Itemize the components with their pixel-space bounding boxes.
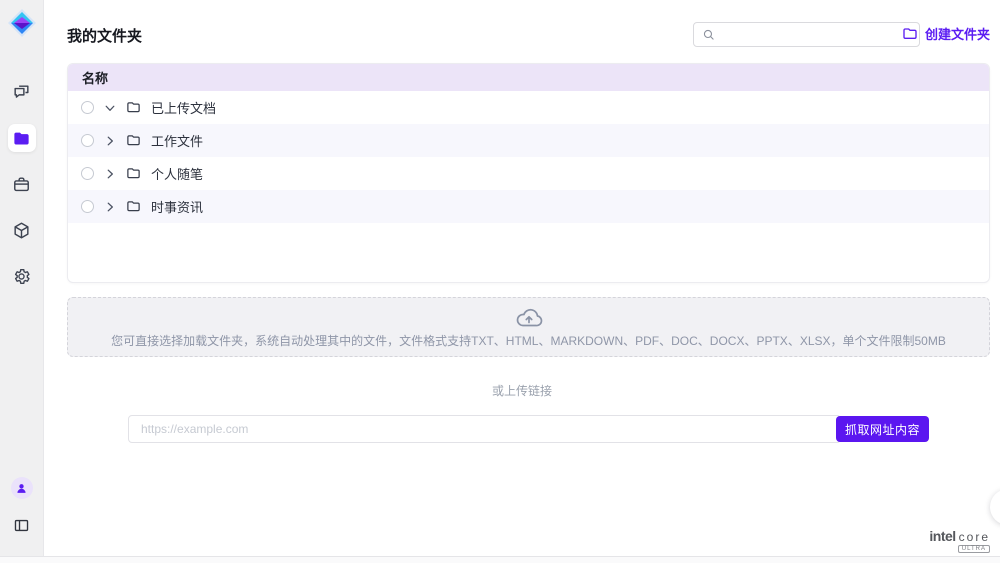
intel-core-logo: intel core ultra (918, 528, 990, 553)
row-chevron-icon[interactable] (103, 101, 117, 115)
url-input[interactable] (128, 415, 841, 443)
sidebar-collapse-button[interactable] (8, 511, 36, 539)
row-chevron-icon[interactable] (103, 200, 117, 214)
cloud-upload-icon (515, 306, 543, 328)
cube-icon (12, 221, 31, 240)
download-fab-button[interactable] (990, 489, 1000, 525)
briefcase-icon (12, 175, 31, 194)
row-folder-icon (126, 166, 141, 181)
folder-name: 时事资讯 (151, 197, 203, 216)
or-upload-link-label: 或上传链接 (44, 382, 1000, 399)
app-logo-gem-icon (7, 8, 37, 38)
window-bottom-edge (0, 556, 1000, 563)
search-input[interactable] (721, 28, 911, 42)
row-checkbox[interactable] (81, 200, 94, 213)
topbar: 我的文件夹 创建文件夹 (67, 20, 990, 50)
table-row[interactable]: 已上传文档 (68, 91, 989, 124)
table-body: 已上传文档 工作文件 个人随笔 (68, 91, 989, 223)
ultra-badge: ultra (958, 545, 990, 553)
row-chevron-icon[interactable] (103, 134, 117, 148)
row-chevron-icon[interactable] (103, 167, 117, 181)
row-folder-icon (126, 199, 141, 214)
table-header: 名称 (68, 64, 989, 91)
row-folder-icon (126, 133, 141, 148)
folder-plus-icon (902, 26, 918, 42)
name-column-header: 名称 (82, 68, 108, 87)
user-avatar[interactable] (11, 477, 33, 499)
row-folder-icon (126, 100, 141, 115)
sidebar-item-folders[interactable] (8, 124, 36, 152)
upload-dropzone[interactable]: 您可直接选择加载文件夹，系统自动处理其中的文件，文件格式支持TXT、HTML、M… (67, 297, 990, 357)
folder-name: 个人随笔 (151, 164, 203, 183)
intel-wordmark: intel (929, 528, 955, 544)
fetch-url-button[interactable]: 抓取网址内容 (836, 416, 929, 442)
avatar-icon (15, 482, 28, 495)
main-content: 我的文件夹 创建文件夹 名称 (44, 0, 1000, 563)
table-row[interactable]: 个人随笔 (68, 157, 989, 190)
row-checkbox[interactable] (81, 101, 94, 114)
sidebar-item-apps[interactable] (8, 216, 36, 244)
search-icon (702, 28, 715, 41)
folder-name: 已上传文档 (151, 98, 216, 117)
folder-name: 工作文件 (151, 131, 203, 150)
sidebar-nav (8, 78, 36, 290)
panel-toggle-icon (13, 517, 30, 534)
row-checkbox[interactable] (81, 167, 94, 180)
table-row[interactable]: 工作文件 (68, 124, 989, 157)
row-checkbox[interactable] (81, 134, 94, 147)
page-title: 我的文件夹 (67, 25, 142, 46)
chat-icon (12, 83, 31, 102)
create-folder-label: 创建文件夹 (925, 24, 990, 43)
sidebar-item-workspace[interactable] (8, 170, 36, 198)
table-row[interactable]: 时事资讯 (68, 190, 989, 223)
folder-icon (12, 129, 31, 148)
folder-table: 名称 已上传文档 工作文件 (67, 63, 990, 283)
search-box (693, 22, 920, 47)
upload-hint-text: 您可直接选择加载文件夹，系统自动处理其中的文件，文件格式支持TXT、HTML、M… (111, 332, 946, 349)
sidebar-item-settings[interactable] (8, 262, 36, 290)
core-wordmark: core (959, 530, 990, 544)
create-folder-button[interactable]: 创建文件夹 (902, 24, 990, 43)
sidebar-item-chat[interactable] (8, 78, 36, 106)
sidebar (0, 0, 44, 563)
url-upload-row: 抓取网址内容 (128, 415, 929, 443)
gear-icon (12, 267, 31, 286)
sidebar-bottom (8, 477, 36, 539)
